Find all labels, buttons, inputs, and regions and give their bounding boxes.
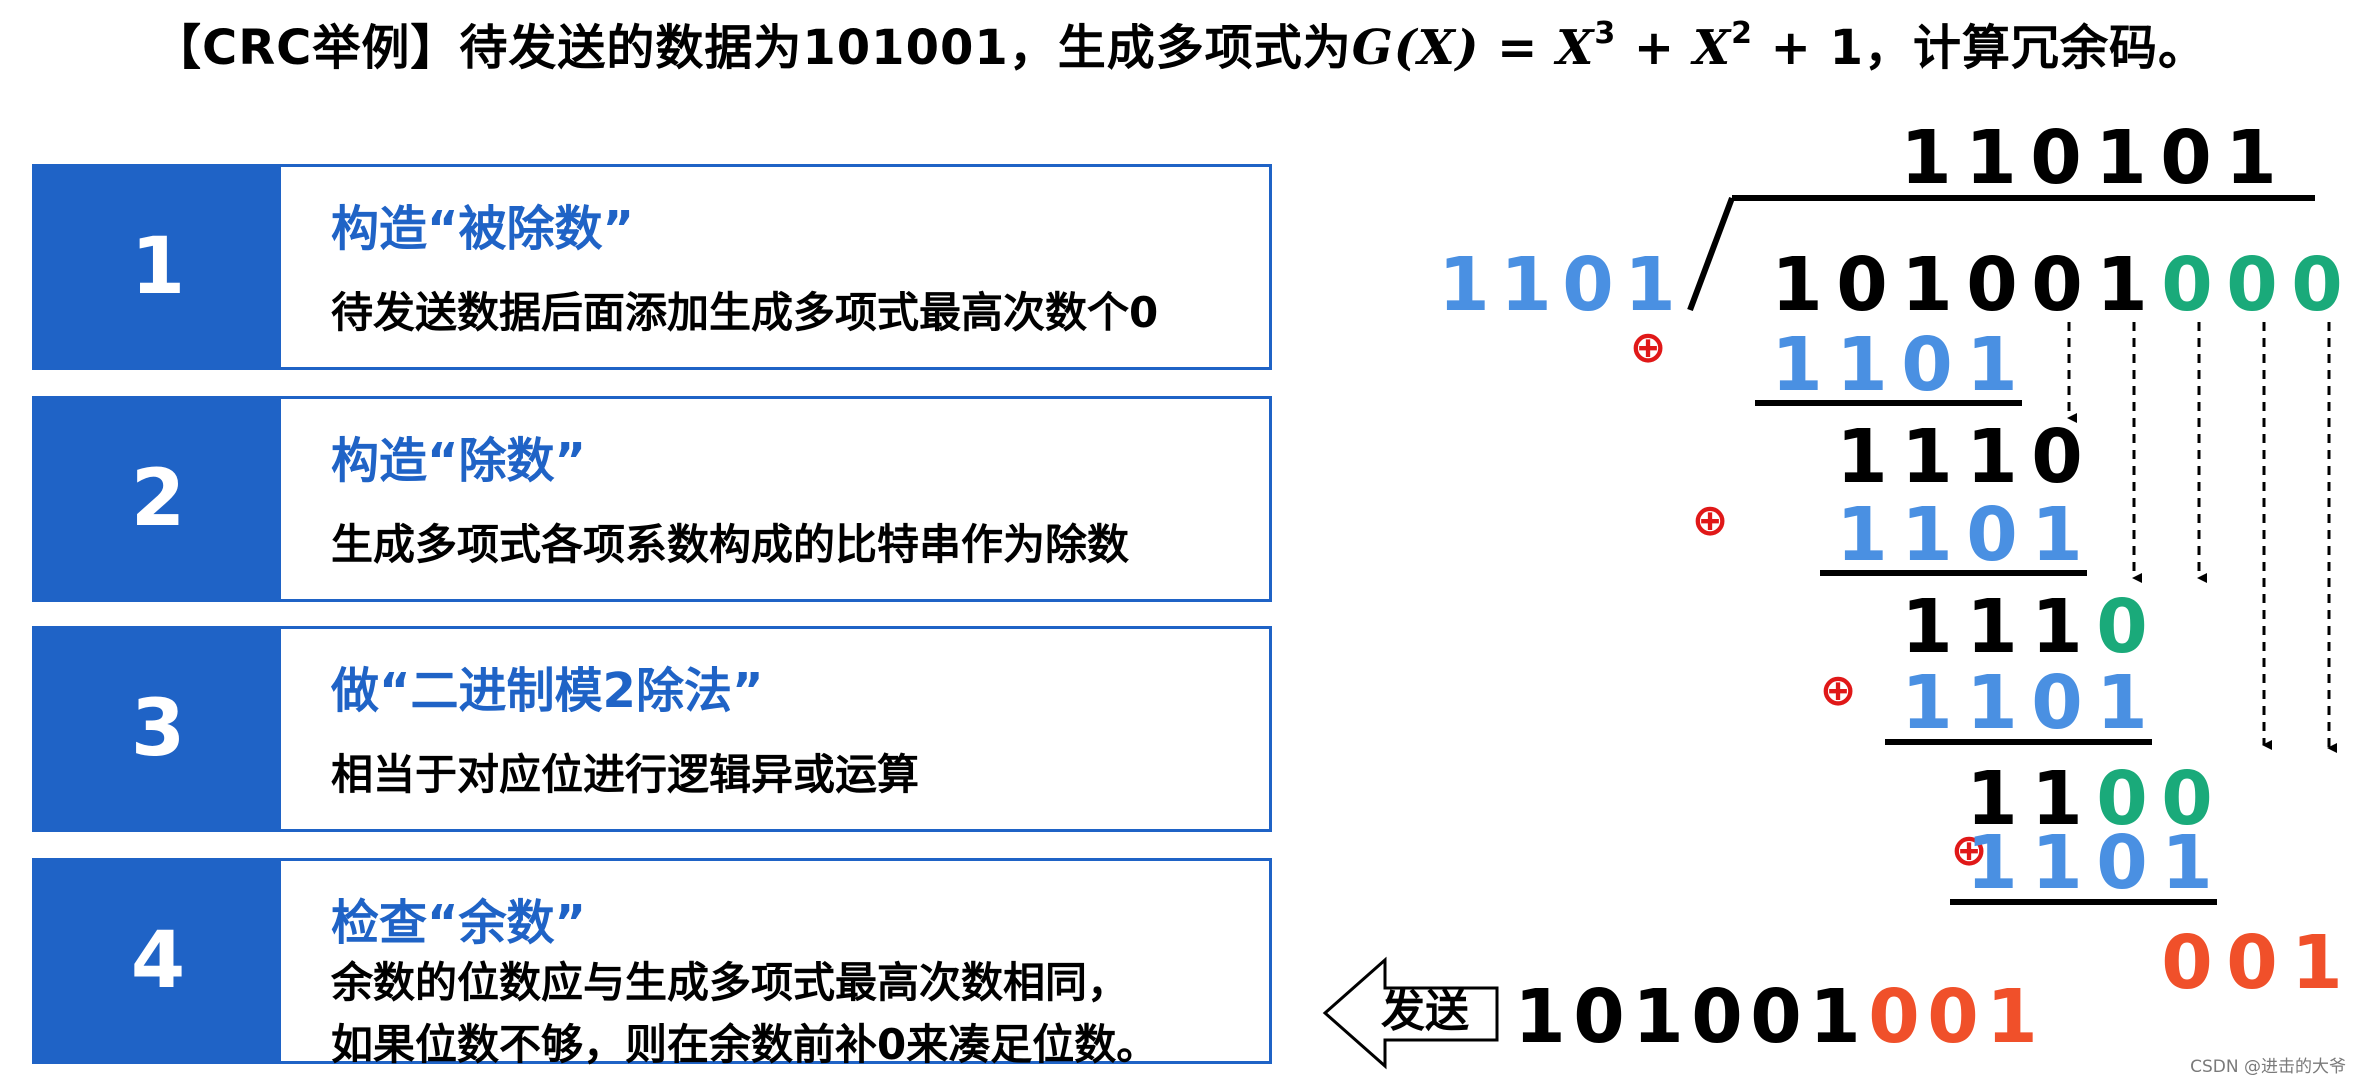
divisor-digit: 1 (1438, 242, 1490, 328)
appended-zero-digit: 0 (2291, 242, 2343, 328)
subtrahend-digit: 1 (1771, 322, 1823, 408)
partial-remainder-digit: 1 (1901, 414, 1953, 500)
remainder-digit: 0 (2226, 920, 2278, 1006)
remainder-digit: 1 (2291, 920, 2343, 1006)
partial-remainder-digit: 0 (2031, 414, 2083, 500)
dividend-digit: 1 (2096, 242, 2148, 328)
subtrahend-digit: 1 (1966, 660, 2018, 746)
sent-data-digit: 1 (1632, 974, 1684, 1060)
send-label: 发送 (1381, 986, 1469, 1037)
quotient-digit: 1 (1900, 115, 1952, 201)
sent-data-digit: 0 (1573, 974, 1625, 1060)
sent-crc-digit: 0 (1927, 974, 1979, 1060)
partial-remainder-digit: 1 (1966, 584, 2018, 670)
subtrahend-digit: 0 (1966, 492, 2018, 578)
sent-crc-digit: 1 (1986, 974, 2038, 1060)
division-bracket-slash (1687, 196, 1735, 312)
xor-symbol: ⊕ (1820, 665, 1857, 716)
subtrahend-digit: 1 (1901, 492, 1953, 578)
watermark: CSDN @进击的大爷 (2190, 1057, 2346, 1077)
subtrahend-digit: 1 (1966, 322, 2018, 408)
dividend-digit: 1 (1771, 242, 1823, 328)
sent-crc-digit: 0 (1868, 974, 1920, 1060)
divisor-digit: 1 (1500, 242, 1552, 328)
sent-data-digit: 1 (1514, 974, 1566, 1060)
remainder-digit: 0 (2161, 920, 2213, 1006)
divisor-digit: 1 (1624, 242, 1676, 328)
sent-data-digit: 0 (1750, 974, 1802, 1060)
subtrahend-digit: 1 (1836, 492, 1888, 578)
subtrahend-digit: 1 (2031, 820, 2083, 906)
quotient-digit: 1 (2095, 115, 2147, 201)
subtrahend-digit: 1 (1901, 660, 1953, 746)
quotient-digit: 1 (1965, 115, 2017, 201)
xor-symbol: ⊕ (1630, 322, 1667, 373)
quotient-digit: 1 (2225, 115, 2277, 201)
subtrahend-digit: 0 (2096, 820, 2148, 906)
divisor-digit: 0 (1562, 242, 1614, 328)
dividend-digit: 1 (1901, 242, 1953, 328)
appended-zero-digit: 0 (2161, 242, 2213, 328)
long-division-diagram: 1 1 0 1 0 11 1 0 1 1 0 1 0 0 1 0 0 0⊕ 1 1 0 11 1 1 0⊕ 1 1 0 11 1 1 0⊕ 1 1… (1322, 115, 2343, 1070)
dividend-digit: 0 (1966, 242, 2018, 328)
subtrahend-digit: 1 (1966, 820, 2018, 906)
appended-zero-digit: 0 (2226, 242, 2278, 328)
partial-remainder-digit: 1 (1836, 414, 1888, 500)
subtrahend-digit: 1 (2031, 492, 2083, 578)
partial-remainder-digit: 1 (2031, 584, 2083, 670)
partial-remainder-digit: 0 (2096, 584, 2148, 670)
dividend-digit: 0 (1836, 242, 1888, 328)
quotient-digit: 0 (2030, 115, 2082, 201)
dividend-digit: 0 (2031, 242, 2083, 328)
partial-remainder-digit: 1 (1901, 584, 1953, 670)
partial-remainder-digit: 1 (1966, 414, 2018, 500)
subtrahend-digit: 0 (1901, 322, 1953, 408)
sent-data-digit: 0 (1691, 974, 1743, 1060)
subtrahend-digit: 1 (2161, 820, 2213, 906)
subtrahend-digit: 1 (2096, 660, 2148, 746)
subtrahend-digit: 1 (1836, 322, 1888, 408)
subtrahend-digit: 0 (2031, 660, 2083, 746)
xor-symbol: ⊕ (1692, 495, 1729, 546)
sent-data-digit: 1 (1809, 974, 1861, 1060)
quotient-digit: 0 (2160, 115, 2212, 201)
